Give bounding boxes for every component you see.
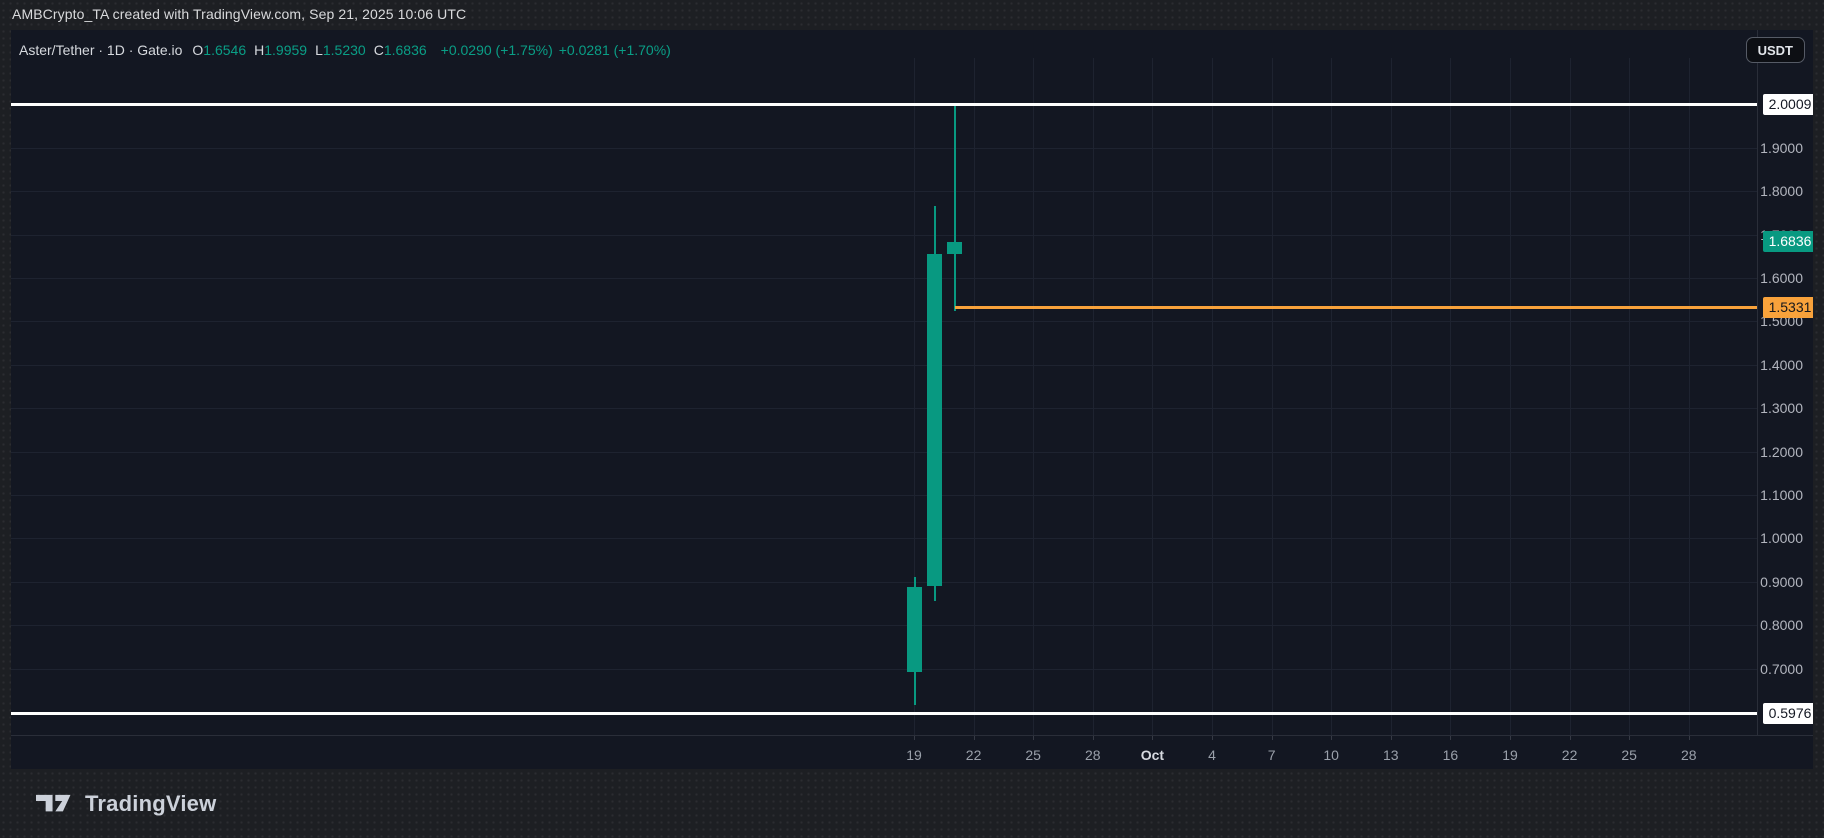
grid-line-vertical: [1450, 58, 1451, 735]
grid-line-vertical: [1391, 58, 1392, 735]
grid-line-horizontal: [11, 452, 1757, 453]
time-axis-tick: [1450, 736, 1451, 740]
grid-line-vertical: [974, 58, 975, 735]
candle-body[interactable]: [927, 254, 942, 586]
price-tick-label: 0.7000: [1758, 659, 1813, 679]
time-axis-tick: [1570, 736, 1571, 740]
time-axis-label: 22: [1562, 747, 1578, 763]
grid-line-horizontal: [11, 495, 1757, 496]
price-level-badge: 0.5976: [1763, 703, 1813, 724]
grid-line-horizontal: [11, 235, 1757, 236]
time-axis-tick: [1391, 736, 1392, 740]
legend-high: H1.9959: [254, 42, 307, 58]
legend-close: C1.6836: [374, 42, 427, 58]
time-axis-tick: [1093, 736, 1094, 740]
time-axis-label: 13: [1383, 747, 1399, 763]
time-axis-tick: [1689, 736, 1690, 740]
grid-line-vertical: [1570, 58, 1571, 735]
grid-line-horizontal: [11, 365, 1757, 366]
price-tick-label: 1.2000: [1758, 442, 1813, 462]
grid-line-horizontal: [11, 278, 1757, 279]
tradingview-logo[interactable]: TradingView: [36, 791, 216, 817]
candle-wick: [954, 106, 956, 311]
legend-open: O1.6546: [192, 42, 246, 58]
chart-panel: Aster/Tether · 1D · Gate.io O1.6546 H1.9…: [11, 30, 1813, 769]
last-price-badge: 1.6836: [1763, 231, 1813, 252]
time-axis-label: 28: [1085, 747, 1101, 763]
time-axis-label: 10: [1323, 747, 1339, 763]
legend-change-percent: +0.0281 (+1.70%): [559, 42, 671, 58]
horizontal-line-drawing[interactable]: [11, 712, 1757, 715]
grid-line-vertical: [1272, 58, 1273, 735]
time-axis-tick: [1272, 736, 1273, 740]
grid-line-vertical: [1629, 58, 1630, 735]
time-axis-tick: [1033, 736, 1034, 740]
price-tick-label: 0.8000: [1758, 615, 1813, 635]
legend-change-absolute: +0.0290 (+1.75%): [441, 42, 553, 58]
grid-line-horizontal: [11, 148, 1757, 149]
time-axis-tick: [1152, 736, 1153, 740]
price-tick-label: 1.6000: [1758, 268, 1813, 288]
grid-line-horizontal: [11, 321, 1757, 322]
tradingview-logo-text: TradingView: [85, 791, 216, 817]
time-axis-label: 28: [1681, 747, 1697, 763]
grid-line-horizontal: [11, 625, 1757, 626]
ray-price-badge: 1.5331: [1763, 297, 1813, 318]
grid-line-horizontal: [11, 191, 1757, 192]
tradingview-screenshot: AMBCrypto_TA created with TradingView.co…: [0, 0, 1824, 838]
grid-line-vertical: [1212, 58, 1213, 735]
currency-toggle-button[interactable]: USDT: [1746, 37, 1805, 63]
grid-line-horizontal: [11, 582, 1757, 583]
time-axis-tick: [974, 736, 975, 740]
grid-line-vertical: [1331, 58, 1332, 735]
time-axis-label: 19: [906, 747, 922, 763]
time-axis-label: 19: [1502, 747, 1518, 763]
time-axis-tick: [1212, 736, 1213, 740]
time-axis-tick: [1629, 736, 1630, 740]
plot-area[interactable]: [11, 30, 1757, 735]
price-tick-label: 1.9000: [1758, 138, 1813, 158]
grid-line-horizontal: [11, 538, 1757, 539]
grid-line-horizontal: [11, 669, 1757, 670]
grid-line-vertical: [1152, 58, 1153, 735]
time-axis-label: 22: [966, 747, 982, 763]
price-tick-label: 1.0000: [1758, 528, 1813, 548]
grid-line-vertical: [1033, 58, 1034, 735]
legend-low: L1.5230: [315, 42, 366, 58]
price-tick-label: 1.3000: [1758, 398, 1813, 418]
time-axis-label: 4: [1208, 747, 1216, 763]
horizontal-ray-drawing[interactable]: [955, 306, 1758, 309]
time-axis-label: 25: [1621, 747, 1637, 763]
candle-body[interactable]: [947, 242, 962, 255]
horizontal-line-drawing[interactable]: [11, 103, 1757, 106]
price-tick-label: 0.9000: [1758, 572, 1813, 592]
price-level-badge: 2.0009: [1763, 94, 1813, 115]
time-axis-label: 25: [1025, 747, 1041, 763]
time-axis-label: 7: [1268, 747, 1276, 763]
attribution-text: AMBCrypto_TA created with TradingView.co…: [12, 6, 466, 22]
time-axis-tick: [1510, 736, 1511, 740]
time-axis-tick: [1331, 736, 1332, 740]
time-axis-tick: [914, 736, 915, 740]
candle-body[interactable]: [907, 587, 922, 672]
grid-line-vertical: [1093, 58, 1094, 735]
time-axis-label: 16: [1443, 747, 1459, 763]
symbol-title[interactable]: Aster/Tether · 1D · Gate.io: [19, 42, 182, 58]
symbol-legend: Aster/Tether · 1D · Gate.io O1.6546 H1.9…: [19, 40, 671, 60]
grid-line-horizontal: [11, 408, 1757, 409]
price-tick-label: 1.4000: [1758, 355, 1813, 375]
price-axis[interactable]: 0.7000 0.8000 0.9000 1.0000 1.1000 1.2000 1.30…: [1757, 30, 1813, 735]
grid-line-vertical: [1510, 58, 1511, 735]
grid-line-vertical: [1689, 58, 1690, 735]
tradingview-logo-icon: [36, 792, 76, 817]
price-tick-label: 1.8000: [1758, 181, 1813, 201]
time-axis-label: Oct: [1141, 747, 1164, 763]
price-tick-label: 1.1000: [1758, 485, 1813, 505]
time-axis[interactable]: 19 22 25 28 Oct 4 7 10 13 16 19 22 25 28: [11, 735, 1813, 769]
